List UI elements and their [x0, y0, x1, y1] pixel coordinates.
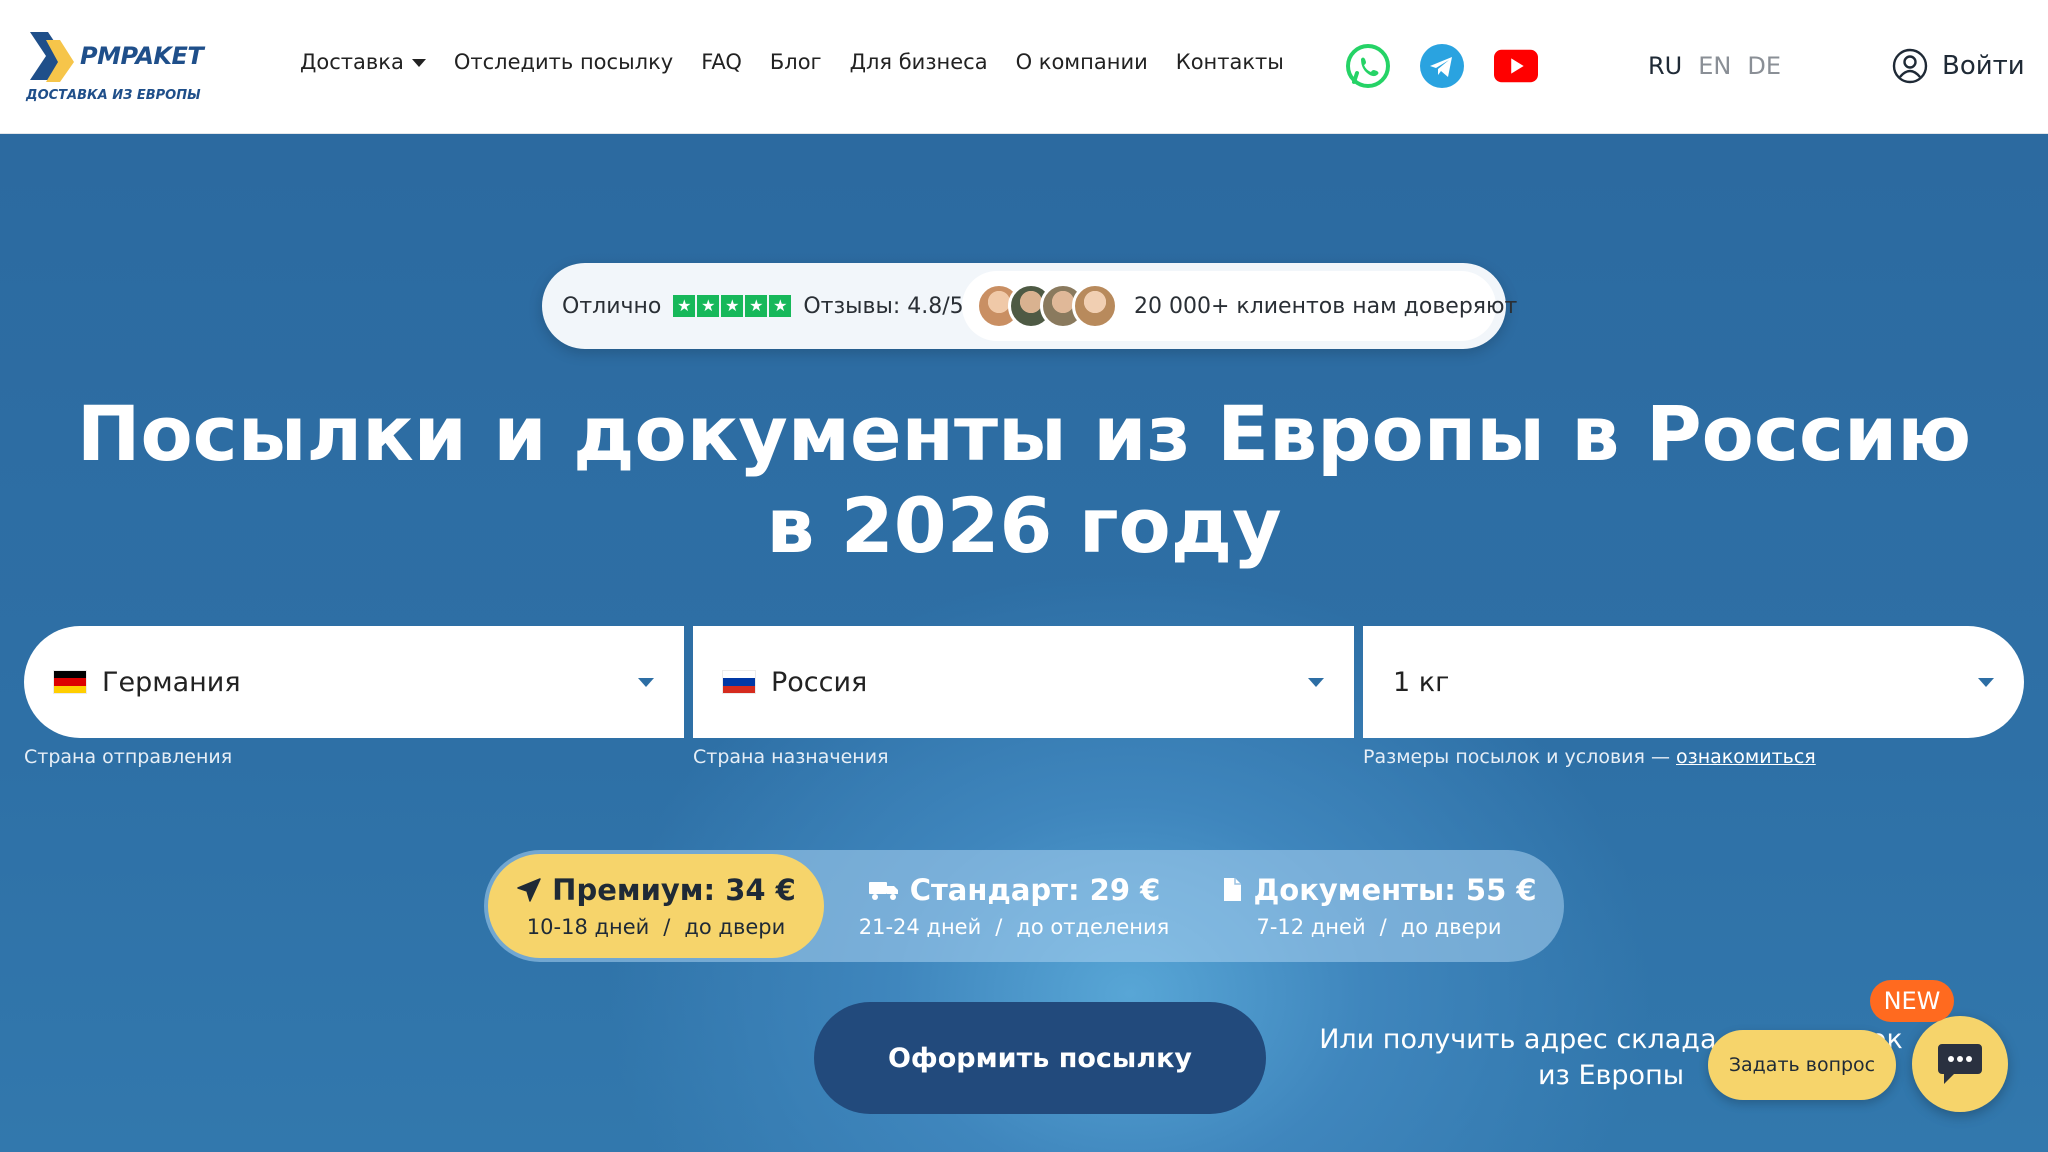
star-icon: ★ — [769, 295, 792, 317]
tariff-documents-price: Документы: 55 € — [1253, 873, 1537, 907]
germany-flag-icon — [54, 671, 86, 693]
tariff-delivery: до отделения — [1016, 915, 1170, 939]
nav-item-delivery[interactable]: Доставка — [300, 50, 426, 74]
weight-hint: Размеры посылок и условия — ознакомиться — [1363, 746, 1816, 768]
star-icon: ★ — [721, 295, 744, 317]
new-badge: NEW — [1870, 980, 1954, 1022]
ask-question-button[interactable]: Задать вопрос — [1708, 1030, 1896, 1100]
logo-tagline: ДОСТАВКА ИЗ ЕВРОПЫ — [26, 88, 201, 103]
reviews-score: Отзывы: 4.8/5 — [803, 293, 964, 319]
nav-item-faq[interactable]: FAQ — [701, 50, 742, 74]
nav-item-label: Доставка — [300, 50, 404, 74]
star-icon: ★ — [673, 295, 696, 317]
whatsapp-icon[interactable] — [1346, 44, 1390, 88]
nav-item-business[interactable]: Для бизнеса — [850, 50, 988, 74]
tariff-name: Стандарт: 29 € — [868, 873, 1161, 907]
destination-country-value: Россия — [771, 666, 868, 698]
tariff-days: 10-18 дней — [526, 915, 650, 939]
tariff-selector: Премиум: 34 € 10-18 дней / до двери Станда… — [484, 850, 1564, 962]
order-parcel-button[interactable]: Оформить посылку — [814, 1002, 1266, 1114]
logo[interactable]: PMPAKET ДОСТАВКА ИЗ ЕВРОПЫ — [24, 28, 204, 108]
page-title: Посылки и документы из Европы в Россию в… — [76, 389, 1972, 570]
tariff-standard-price: Стандарт: 29 € — [909, 873, 1161, 907]
avatar — [1072, 283, 1118, 329]
chat-button[interactable] — [1912, 1016, 2008, 1112]
nav-item-track[interactable]: Отследить посылку — [454, 50, 673, 74]
nav-item-contacts[interactable]: Контакты — [1176, 50, 1284, 74]
chevron-down-icon — [1308, 677, 1324, 687]
tariff-name: Документы: 55 € — [1221, 873, 1537, 907]
tariff-delivery: до двери — [684, 915, 786, 939]
weight-select[interactable]: 1 кг — [1363, 626, 2024, 738]
trust-text: 20 000+ клиентов нам доверяют — [1134, 293, 1518, 319]
tariff-days: 21-24 дней — [858, 915, 982, 939]
logo-name: PMPAKET — [80, 42, 204, 70]
main-nav: Доставка Отследить посылку FAQ Блог Для … — [300, 50, 1284, 74]
tariff-days: 7-12 дней — [1256, 915, 1366, 939]
rating-label: Отлично — [562, 293, 662, 319]
weight-value: 1 кг — [1393, 666, 1450, 698]
destination-country-select[interactable]: Россия — [693, 626, 1354, 738]
tariff-documents[interactable]: Документы: 55 € 7-12 дней / до двери — [1204, 850, 1554, 962]
tariff-details: 21-24 дней / до отделения — [859, 915, 1170, 939]
chevron-down-icon — [1978, 677, 1994, 687]
origin-hint: Страна отправления — [24, 746, 233, 768]
weight-hint-text: Размеры посылок и условия — — [1363, 746, 1670, 768]
tariff-standard[interactable]: Стандарт: 29 € 21-24 дней / до отделения — [844, 850, 1184, 962]
destination-hint: Страна назначения — [693, 746, 889, 768]
tariff-details: 7-12 дней / до двери — [1256, 915, 1501, 939]
lang-en[interactable]: EN — [1698, 52, 1731, 80]
tariff-delivery: до двери — [1400, 915, 1502, 939]
document-icon — [1224, 878, 1242, 901]
chat-bubble-icon — [1938, 1044, 1982, 1084]
nav-item-blog[interactable]: Блог — [770, 50, 822, 74]
rating-bar[interactable]: Отлично ★ ★ ★ ★ ★ Отзывы: 4.8/5 20 000+ … — [542, 263, 1517, 349]
origin-country-select[interactable]: Германия — [24, 626, 684, 738]
logo-chevron-icon — [30, 32, 74, 82]
truck-icon — [868, 882, 898, 900]
tariff-details: 10-18 дней / до двери — [527, 915, 785, 939]
site-header: PMPAKET ДОСТАВКА ИЗ ЕВРОПЫ Доставка Отсл… — [0, 0, 2048, 134]
lang-ru[interactable]: RU — [1648, 52, 1682, 80]
plane-icon — [517, 878, 541, 902]
lang-de[interactable]: DE — [1747, 52, 1781, 80]
russia-flag-icon — [723, 671, 755, 693]
rating-stars: ★ ★ ★ ★ ★ — [673, 295, 792, 317]
tariff-premium[interactable]: Премиум: 34 € 10-18 дней / до двери — [488, 854, 824, 958]
tariff-premium-price: Премиум: 34 € — [552, 873, 796, 907]
user-icon — [1892, 48, 1928, 84]
separator: / — [1379, 915, 1387, 939]
caret-down-icon — [411, 59, 426, 67]
language-switcher: RU EN DE — [1648, 52, 1781, 80]
conditions-link[interactable]: ознакомиться — [1676, 746, 1816, 768]
avatar-group — [976, 283, 1118, 329]
nav-item-about[interactable]: О компании — [1016, 50, 1148, 74]
login-button[interactable]: Войти — [1892, 48, 2025, 84]
login-label: Войти — [1942, 51, 2025, 81]
trust-pill: 20 000+ клиентов нам доверяют — [962, 271, 1517, 341]
separator: / — [663, 915, 671, 939]
youtube-icon[interactable] — [1494, 44, 1538, 88]
social-links — [1346, 44, 1538, 88]
star-icon: ★ — [697, 295, 720, 317]
origin-country-value: Германия — [102, 666, 241, 698]
separator: / — [995, 915, 1003, 939]
star-icon: ★ — [745, 295, 768, 317]
tariff-name: Премиум: 34 € — [516, 873, 796, 907]
telegram-icon[interactable] — [1420, 44, 1464, 88]
chevron-down-icon — [638, 677, 654, 687]
